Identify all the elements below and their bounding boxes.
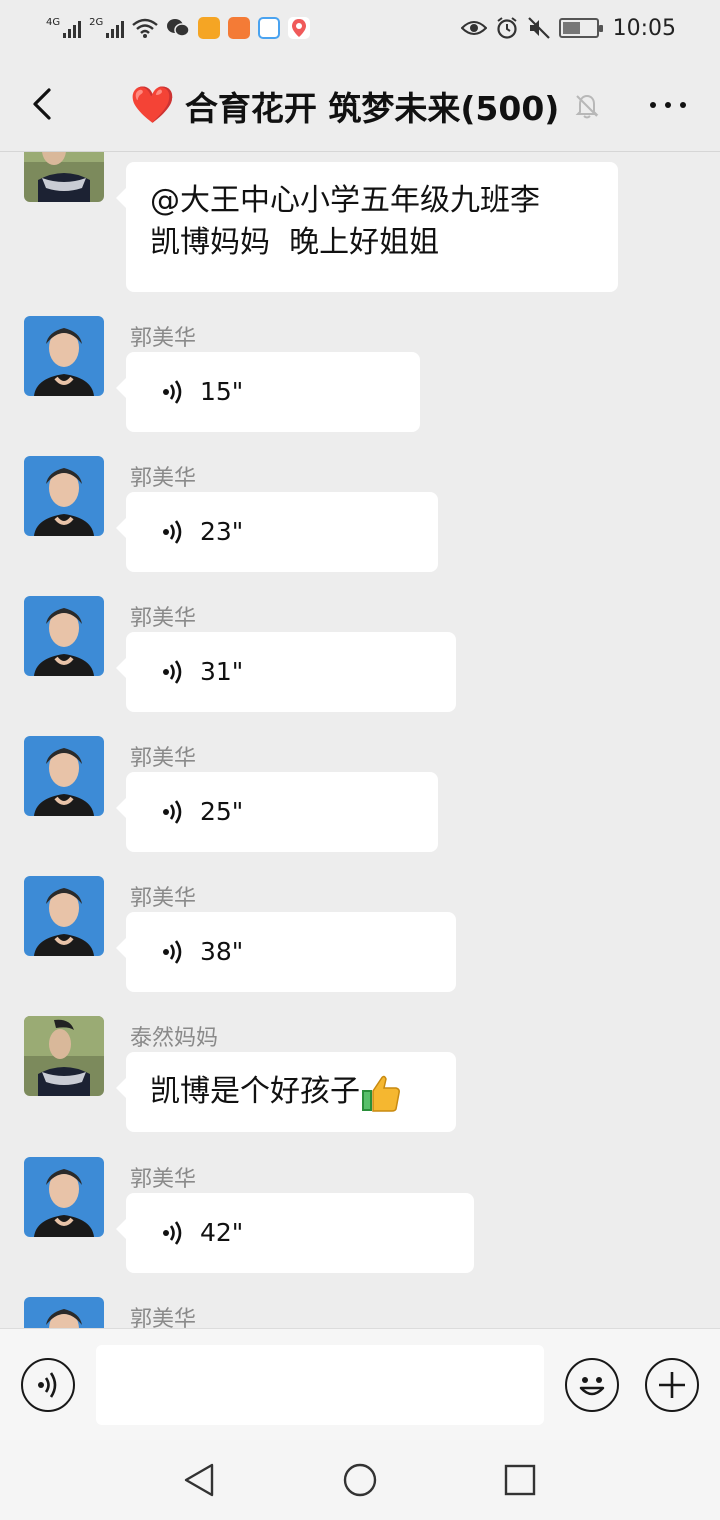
- message-input-bar: [0, 1328, 720, 1440]
- app-location-pin-icon: [288, 17, 311, 39]
- voice-duration: 31": [200, 657, 244, 686]
- status-right: 10:05: [460, 15, 676, 41]
- sender-name: 郭美华: [130, 1307, 197, 1328]
- voice-duration: 42": [200, 1218, 244, 1247]
- text-message-bubble[interactable]: 凯博是个好孩子: [116, 1052, 456, 1132]
- voice-message-bubble[interactable]: 31": [116, 632, 456, 712]
- triangle-back-icon[interactable]: [180, 1460, 220, 1500]
- message-item: 郭美华: [0, 1297, 720, 1328]
- voice-duration: 23": [200, 517, 244, 546]
- app-chat-bubble-icon: [258, 17, 281, 39]
- wifi-icon: [132, 18, 159, 38]
- sender-name: 郭美华: [130, 466, 197, 491]
- eye-icon: [460, 21, 487, 35]
- woman-portrait-avatar[interactable]: [24, 1297, 104, 1328]
- woman-ethnic-headdress-avatar[interactable]: [24, 152, 104, 202]
- header-title-group: ❤️ 合育花开 筑梦未来(500): [130, 82, 601, 130]
- more-dots-icon[interactable]: [650, 102, 686, 108]
- voice-message-bubble[interactable]: 25": [116, 772, 438, 852]
- voice-message-bubble[interactable]: 42": [116, 1193, 474, 1273]
- voice-wave-icon: [163, 520, 182, 544]
- voice-duration: 15": [200, 377, 244, 406]
- signal-4g-label: 4G: [46, 17, 61, 28]
- signal-4g-icon: 4G: [46, 17, 82, 38]
- chat-message-list[interactable]: @大王中心小学五年级九班李 凯博妈妈 晚上好姐姐 郭美华 15" 郭美华 23"…: [0, 152, 720, 1328]
- woman-portrait-avatar[interactable]: [24, 736, 104, 816]
- woman-portrait-avatar[interactable]: [24, 316, 104, 396]
- system-navigation-bar: [0, 1440, 720, 1520]
- voice-message-bubble[interactable]: 15": [116, 352, 420, 432]
- voice-duration: 25": [200, 797, 244, 826]
- status-time: 10:05: [612, 15, 676, 41]
- circle-home-icon[interactable]: [340, 1460, 380, 1500]
- voice-message-bubble[interactable]: 23": [116, 492, 438, 572]
- sender-name: 郭美华: [130, 886, 197, 911]
- message-item: 郭美华 38": [0, 876, 720, 996]
- message-item: 郭美华 25": [0, 736, 720, 856]
- battery-icon: [558, 18, 603, 38]
- chevron-left-icon[interactable]: [24, 84, 64, 124]
- text-message-bubble[interactable]: @大王中心小学五年级九班李 凯博妈妈 晚上好姐姐: [116, 162, 618, 292]
- woman-portrait-avatar[interactable]: [24, 456, 104, 536]
- message-item: 郭美华 31": [0, 596, 720, 716]
- status-left: 4G 2G: [46, 17, 311, 39]
- alarm-icon: [496, 17, 517, 39]
- plus-circle-icon[interactable]: [645, 1358, 699, 1412]
- status-bar: 4G 2G 10:05: [0, 0, 720, 56]
- signal-2g-icon: 2G: [89, 17, 125, 38]
- message-text-input[interactable]: [96, 1345, 544, 1425]
- message-item: 郭美华 15": [0, 316, 720, 436]
- woman-ethnic-headdress-avatar[interactable]: [24, 1016, 104, 1096]
- message-text-line2: 凯博妈妈 晚上好姐姐: [150, 225, 440, 260]
- sender-name: 泰然妈妈: [130, 1026, 219, 1051]
- sender-name: 郭美华: [130, 326, 197, 351]
- voice-duration: 38": [200, 937, 244, 966]
- chat-group-title[interactable]: 合育花开 筑梦未来(500): [185, 82, 560, 130]
- woman-portrait-avatar[interactable]: [24, 876, 104, 956]
- message-item: @大王中心小学五年级九班李 凯博妈妈 晚上好姐姐: [0, 152, 720, 292]
- sender-name: 郭美华: [130, 1167, 197, 1192]
- wechat-icon: [167, 19, 190, 37]
- message-item: 郭美华 42": [0, 1157, 720, 1277]
- voice-wave-icon: [163, 800, 182, 824]
- message-text-line1: @大王中心小学五年级九班李: [150, 183, 540, 218]
- message-item: 郭美华 23": [0, 456, 720, 576]
- woman-portrait-avatar[interactable]: [24, 1157, 104, 1237]
- signal-2g-label: 2G: [89, 17, 104, 28]
- voice-message-bubble[interactable]: 38": [116, 912, 456, 992]
- battery-fill: [562, 22, 581, 34]
- volume-mute-icon: [527, 17, 550, 39]
- message-text: 凯博是个好孩子: [150, 1074, 360, 1109]
- app-orange2-icon: [228, 17, 251, 39]
- voice-wave-icon: [163, 1221, 182, 1245]
- message-item: 泰然妈妈 凯博是个好孩子: [0, 1016, 720, 1136]
- voice-wave-icon: [163, 940, 182, 964]
- bell-off-icon: [575, 94, 599, 119]
- square-recents-icon[interactable]: [500, 1460, 540, 1500]
- sender-name: 郭美华: [130, 746, 197, 771]
- app-orange-icon: [198, 17, 221, 39]
- voice-wave-icon: [163, 380, 182, 404]
- voice-wave-icon: [163, 660, 182, 684]
- voice-input-icon[interactable]: [21, 1358, 75, 1412]
- thumbs-up-icon: [362, 1075, 400, 1112]
- emoji-face-icon[interactable]: [565, 1358, 619, 1412]
- woman-portrait-avatar[interactable]: [24, 596, 104, 676]
- heart-emoji-icon: ❤️: [130, 85, 175, 126]
- sender-name: 郭美华: [130, 606, 197, 631]
- chat-header: ❤️ 合育花开 筑梦未来(500): [0, 56, 720, 152]
